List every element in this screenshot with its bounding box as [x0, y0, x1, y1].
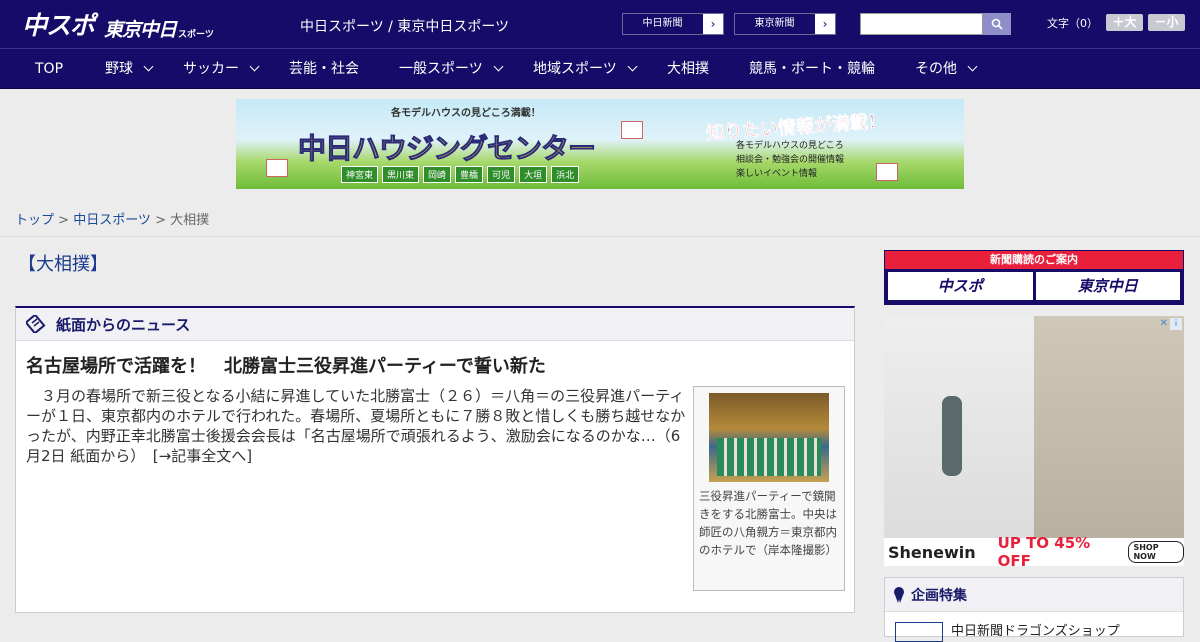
logo-sub: 東京中日: [104, 19, 177, 41]
house-illustration: [621, 121, 643, 139]
newspaper-news-box: 紙面からのニュース 名古屋場所で活躍を！ 北勝富士三役昇進パーティーで誓い新た …: [15, 306, 855, 613]
breadcrumb-top-link[interactable]: トップ: [15, 213, 54, 228]
banner-tagline: 各モデルハウスの見どころ満載！: [391, 108, 541, 119]
logo-small: スポーツ: [178, 30, 214, 40]
ribbon-icon: [894, 586, 904, 603]
chevron-down-icon: [143, 61, 154, 72]
font-size-label: 文字（0）: [1047, 16, 1098, 30]
search-form: [860, 13, 1011, 35]
article-title-link[interactable]: 名古屋場所で活躍を！ 北勝富士三役昇進パーティーで誓い新た: [26, 352, 546, 378]
nav-item-general-sports[interactable]: 一般スポーツ: [399, 49, 504, 89]
chevron-right-icon: ›: [710, 17, 716, 31]
house-illustration: [266, 159, 288, 177]
feature-thumbnail[interactable]: [895, 622, 943, 642]
ad-product-image: [1034, 316, 1184, 538]
chevron-down-icon: [967, 61, 978, 72]
banner-places: 神宮東 黒川東 岡崎 豊橋 可児 大垣 浜北: [341, 166, 583, 183]
news-box-title: 紙面からのニュース: [56, 315, 191, 334]
ad-shop-now-button[interactable]: SHOP NOW: [1128, 541, 1184, 563]
page-title: 【大相撲】: [18, 254, 108, 275]
banner-title: 中日ハウジングセンター: [297, 132, 596, 166]
font-smaller-button[interactable]: －小: [1148, 14, 1185, 31]
breadcrumb-current: 大相撲: [170, 213, 210, 228]
banner-feature-list: 各モデルハウスの見どころ 相談会・勉強会の開催情報 楽しいイベント情報: [736, 141, 845, 179]
subscribe-chuspo-button[interactable]: 中スポ: [888, 272, 1033, 300]
font-size-control: 文字（0） ＋大 －小: [1047, 14, 1185, 31]
subscription-header: 新聞購読のご案内: [885, 251, 1183, 269]
article-summary: ３月の春場所で新三役となる小結に昇進していた北勝富士（２６）＝八角＝の三役昇進パ…: [26, 387, 686, 465]
subscribe-tokyo-chunichi-button[interactable]: 東京中日: [1035, 272, 1180, 300]
chevron-right-icon: ›: [822, 17, 828, 31]
adchoices-icon[interactable]: i: [1170, 318, 1182, 330]
ad-product-image: [884, 316, 1034, 538]
news-box-header: 紙面からのニュース: [16, 308, 854, 341]
nav-item-top[interactable]: TOP: [35, 49, 63, 89]
article-photo[interactable]: [709, 393, 829, 482]
nav-item-baseball[interactable]: 野球: [105, 49, 154, 89]
chunichi-shimbun-link[interactable]: 中日新聞 ›: [622, 13, 724, 35]
search-button[interactable]: [983, 13, 1011, 35]
chevron-down-icon: [249, 61, 260, 72]
subscription-box: 新聞購読のご案内 中スポ 東京中日: [884, 250, 1184, 305]
nav-item-other[interactable]: その他: [915, 49, 978, 89]
font-bigger-button[interactable]: ＋大: [1106, 14, 1143, 31]
ad-close-icon[interactable]: ✕: [1160, 318, 1168, 329]
newspaper-icon: [26, 315, 46, 333]
ad-sale-text: UP TO 45% OFF: [997, 534, 1091, 566]
nav-item-local-sports[interactable]: 地域スポーツ: [533, 49, 638, 89]
site-title[interactable]: 中日スポーツ / 東京中日スポーツ: [300, 16, 509, 36]
search-icon: [991, 18, 1003, 30]
banner-area: 各モデルハウスの見どころ満載！ 中日ハウジングセンター 知りたい情報が満載！ 各…: [0, 89, 1200, 237]
feature-title: 企画特集: [911, 587, 967, 604]
photo-caption: 三役昇進パーティーで鏡開きをする北勝富士。中央は師匠の八角親方＝東京都内のホテル…: [699, 489, 837, 557]
nav-item-racing[interactable]: 競馬・ボート・競輪: [749, 49, 875, 89]
ad-brand: Shenewin: [888, 542, 976, 562]
tokyo-shimbun-link[interactable]: 東京新聞 ›: [734, 13, 836, 35]
logo-main: 中スポ: [22, 11, 95, 40]
house-illustration: [876, 163, 898, 181]
chevron-down-icon: [493, 61, 504, 72]
site-logo[interactable]: 中スポ 東京中日 スポーツ: [22, 6, 214, 42]
nav-item-sumo[interactable]: 大相撲: [667, 49, 709, 89]
main-nav: TOP 野球 サッカー 芸能・社会 一般スポーツ 地域スポーツ 大相撲 競馬・ボ…: [0, 48, 1200, 89]
article-photo-box: 三役昇進パーティーで鏡開きをする北勝富士。中央は師匠の八角親方＝東京都内のホテル…: [693, 386, 845, 591]
housing-center-banner[interactable]: 各モデルハウスの見どころ満載！ 中日ハウジングセンター 知りたい情報が満載！ 各…: [236, 99, 964, 189]
chevron-down-icon: [627, 61, 638, 72]
top-header: 中スポ 東京中日 スポーツ 中日スポーツ / 東京中日スポーツ 中日新聞 › 東…: [0, 0, 1200, 48]
breadcrumb: トップ > 中日スポーツ > 大相撲: [15, 213, 210, 228]
nav-item-entertainment[interactable]: 芸能・社会: [289, 49, 359, 89]
feature-header: 企画特集: [885, 578, 1183, 612]
nav-item-soccer[interactable]: サッカー: [183, 49, 260, 89]
feature-box: 企画特集 中日新聞ドラゴンズショップ: [884, 577, 1184, 642]
advertisement[interactable]: i ✕ Shenewin UP TO 45% OFF SHOP NOW: [884, 316, 1184, 566]
breadcrumb-section-link[interactable]: 中日スポーツ: [73, 213, 151, 228]
search-input[interactable]: [860, 13, 983, 35]
